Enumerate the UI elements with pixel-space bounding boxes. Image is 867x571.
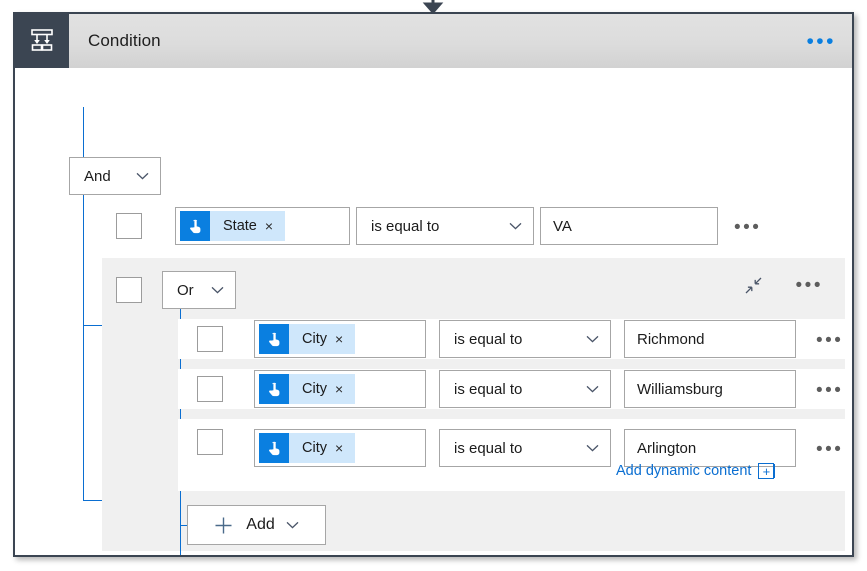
row-overflow-menu-button[interactable]: ••• (734, 216, 761, 237)
add-inner-label: Add (233, 516, 285, 534)
condition-card: Condition ••• And (13, 12, 854, 557)
card-header: Condition ••• (15, 14, 852, 68)
row-value-input[interactable]: Richmond (624, 320, 796, 358)
card-body: And State (15, 68, 852, 555)
nested-group-operator-value: Or (177, 282, 194, 299)
row-checkbox[interactable] (197, 376, 223, 402)
collapse-icon[interactable] (745, 277, 762, 294)
row-token-field[interactable]: City × (254, 429, 426, 467)
row-checkbox[interactable] (116, 213, 142, 239)
row-token-field[interactable]: City × (254, 370, 426, 408)
token-remove-button[interactable]: × (332, 441, 355, 455)
row-operator-value: is equal to (454, 331, 522, 348)
token-remove-button[interactable]: × (262, 219, 285, 233)
tree-branch-or-group (83, 325, 103, 326)
row-checkbox[interactable] (197, 429, 223, 455)
token-label: City (289, 440, 332, 456)
row-operator-select[interactable]: is equal to (439, 370, 611, 408)
add-dynamic-content-link[interactable]: Add dynamic content + (616, 463, 774, 479)
row-checkbox[interactable] (197, 326, 223, 352)
dynamic-token-chip[interactable]: City × (259, 433, 355, 463)
plus-icon: + (758, 463, 774, 479)
row-token-field[interactable]: State × (175, 207, 350, 245)
condition-branch-icon (15, 14, 69, 68)
card-overflow-menu-button[interactable]: ••• (806, 14, 852, 68)
tap-hand-icon (180, 211, 210, 241)
condition-row-city-1: City × is equal to Richmond ••• (178, 319, 845, 359)
condition-row-city-2: City × is equal to Williamsburg ••• (178, 369, 845, 409)
add-inner-condition-button[interactable]: Add (187, 505, 326, 545)
nested-group-header: Or (116, 271, 236, 309)
row-operator-select[interactable]: is equal to (439, 429, 611, 467)
condition-card-screen: Condition ••• And (0, 0, 867, 571)
tap-hand-icon (259, 433, 289, 463)
row-overflow-menu-button[interactable]: ••• (816, 438, 843, 459)
chevron-down-icon (136, 172, 149, 180)
chevron-down-icon (509, 222, 522, 230)
plus-icon (214, 516, 233, 535)
row-token-field[interactable]: City × (254, 320, 426, 358)
dynamic-token-chip[interactable]: City × (259, 324, 355, 354)
condition-row-state: State × is equal to VA ••• (116, 207, 761, 245)
row-value-input[interactable]: Williamsburg (624, 370, 796, 408)
chevron-down-icon (586, 385, 599, 393)
token-label: City (289, 381, 332, 397)
chevron-down-icon (586, 335, 599, 343)
tap-hand-icon (259, 324, 289, 354)
token-remove-button[interactable]: × (332, 382, 355, 396)
chevron-down-icon (286, 521, 299, 529)
nested-group-overflow-menu-button[interactable]: ••• (796, 276, 823, 295)
dynamic-token-chip[interactable]: City × (259, 374, 355, 404)
nested-group-operator-select[interactable]: Or (162, 271, 236, 309)
nested-group-tools: ••• (745, 276, 823, 295)
chevron-down-icon (211, 286, 224, 294)
token-remove-button[interactable]: × (332, 332, 355, 346)
row-value-input[interactable]: Arlington (624, 429, 796, 467)
row-overflow-menu-button[interactable]: ••• (816, 379, 843, 400)
page-title: Condition (69, 14, 806, 68)
add-dynamic-content-label: Add dynamic content (616, 463, 751, 479)
chevron-down-icon (586, 444, 599, 452)
token-label: City (289, 331, 332, 347)
row-overflow-menu-button[interactable]: ••• (816, 329, 843, 350)
nested-group-checkbox[interactable] (116, 277, 142, 303)
dynamic-token-chip[interactable]: State × (180, 211, 285, 241)
tap-hand-icon (259, 374, 289, 404)
row-operator-select[interactable]: is equal to (439, 320, 611, 358)
condition-row-city-3: City × is equal to Arlington ••• (178, 419, 845, 491)
row-operator-value: is equal to (371, 218, 439, 235)
row-value-input[interactable]: VA (540, 207, 718, 245)
token-label: State (210, 218, 262, 234)
row-operator-select[interactable]: is equal to (356, 207, 534, 245)
root-group-operator-select[interactable]: And (69, 157, 161, 195)
root-group-operator-value: And (84, 168, 111, 185)
row-operator-value: is equal to (454, 381, 522, 398)
row-operator-value: is equal to (454, 440, 522, 457)
